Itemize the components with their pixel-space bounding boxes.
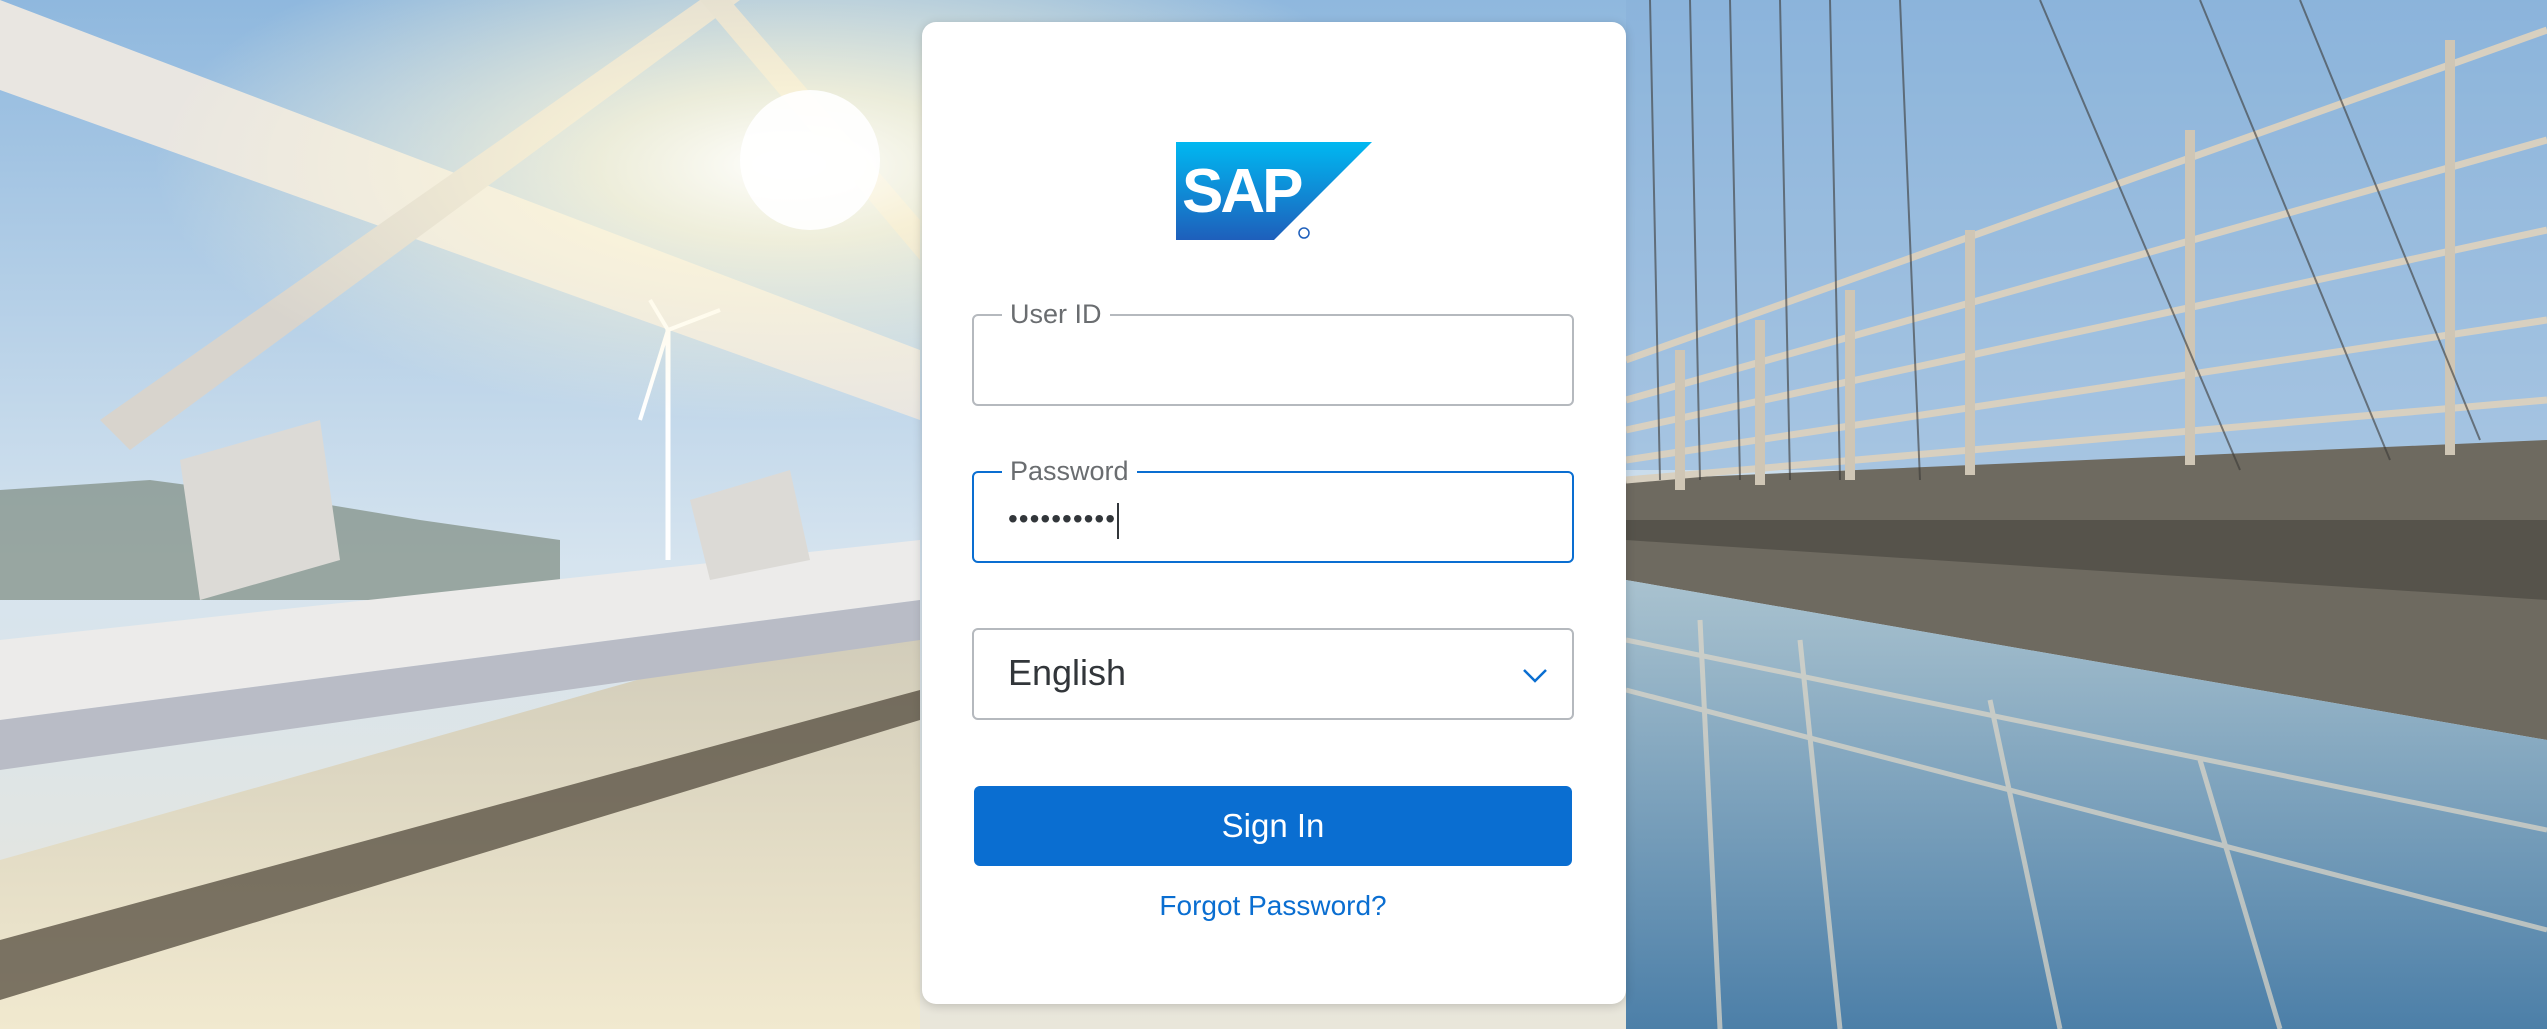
- user-id-field[interactable]: User ID: [972, 299, 1574, 406]
- text-caret: [1117, 502, 1120, 539]
- password-value: ••••••••••: [1008, 499, 1120, 539]
- password-field[interactable]: Password ••••••••••: [972, 456, 1574, 563]
- sap-logo-text: SAP: [1182, 157, 1302, 226]
- chevron-down-icon: [1523, 669, 1547, 683]
- login-card: SAP User ID Password •••••••••• English …: [922, 22, 1626, 1004]
- language-select[interactable]: English: [972, 628, 1574, 720]
- language-selected: English: [1008, 652, 1127, 693]
- password-label: Password: [1002, 456, 1137, 486]
- sign-in-button[interactable]: Sign In: [974, 786, 1572, 866]
- user-id-label: User ID: [1002, 299, 1110, 329]
- sap-logo: SAP: [1176, 142, 1372, 240]
- forgot-password-link[interactable]: Forgot Password?: [974, 890, 1572, 922]
